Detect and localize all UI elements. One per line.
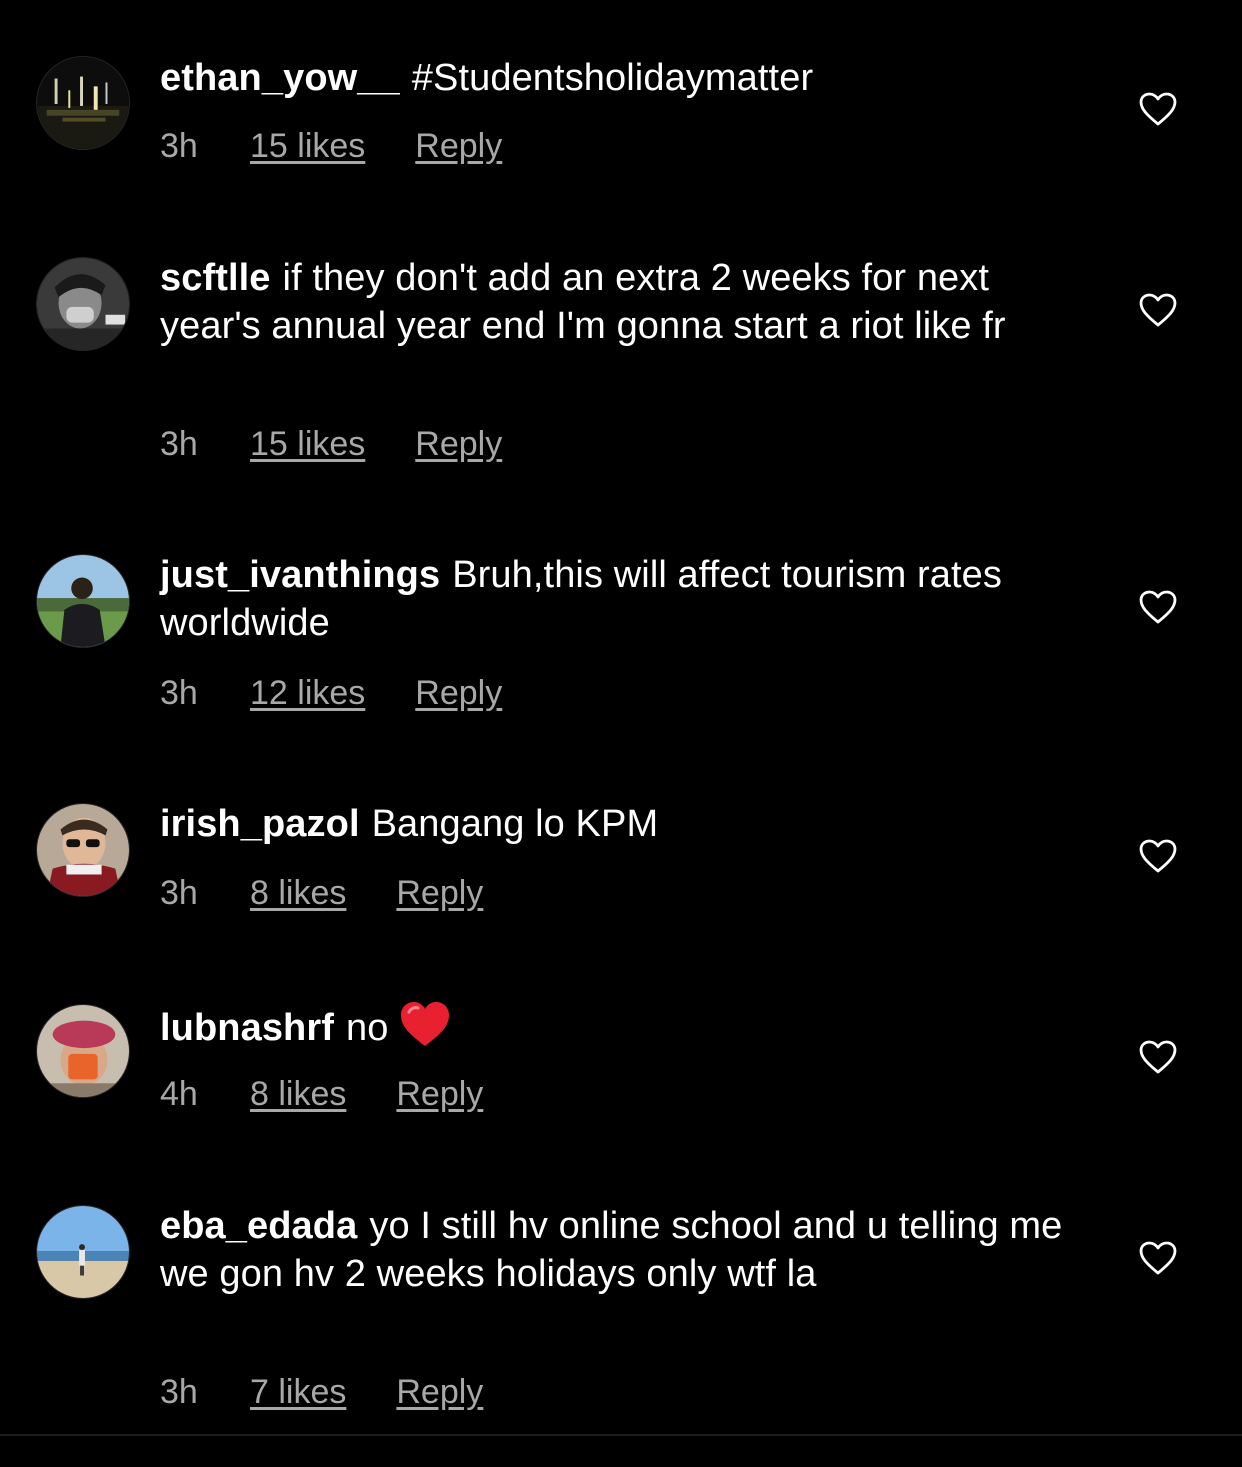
beach-person-avatar-icon bbox=[37, 1206, 129, 1298]
comment-time: 4h bbox=[160, 1075, 198, 1113]
comment-username[interactable]: scftlle bbox=[160, 257, 271, 299]
night-city-lights-avatar-icon bbox=[37, 57, 129, 149]
reply-button[interactable]: Reply bbox=[415, 424, 502, 464]
likes-count-link[interactable]: 15 likes bbox=[250, 424, 365, 464]
reply-button[interactable]: Reply bbox=[396, 873, 483, 913]
comment-time: 3h bbox=[160, 425, 198, 463]
avatar[interactable] bbox=[36, 554, 130, 648]
comment-meta: 4h 8 likes Reply bbox=[160, 1074, 483, 1114]
comment-text: irish_pazol Bangang lo KPM bbox=[160, 800, 1080, 848]
heart-outline-icon bbox=[1139, 92, 1177, 126]
person-outdoors-avatar-icon bbox=[37, 555, 129, 647]
like-button[interactable] bbox=[1138, 91, 1178, 127]
comment-text: scftlle if they don't add an extra 2 week… bbox=[160, 254, 1080, 350]
red-heart-emoji-icon bbox=[401, 1002, 450, 1046]
comment-text: ethan_yow__ #Studentsholidaymatter bbox=[160, 54, 1080, 102]
comment-time: 3h bbox=[160, 674, 198, 712]
like-button[interactable] bbox=[1138, 838, 1178, 874]
comment-text: lubnashrf no bbox=[160, 1000, 1080, 1052]
comment-username[interactable]: ethan_yow__ bbox=[160, 57, 400, 99]
heart-outline-icon bbox=[1139, 1040, 1177, 1074]
avatar[interactable] bbox=[36, 1205, 130, 1299]
comment-body: if they don't add an extra 2 weeks for n… bbox=[160, 257, 1006, 347]
like-button[interactable] bbox=[1138, 1039, 1178, 1075]
divider bbox=[0, 1434, 1242, 1436]
avatar[interactable] bbox=[36, 1004, 130, 1098]
heart-outline-icon bbox=[1139, 293, 1177, 327]
heart-outline-icon bbox=[1139, 839, 1177, 873]
likes-count-link[interactable]: 15 likes bbox=[250, 126, 365, 166]
comment-meta: 3h 12 likes Reply bbox=[160, 673, 502, 713]
comment-text: eba_edada yo I still hv online school and… bbox=[160, 1202, 1080, 1298]
like-button[interactable] bbox=[1138, 1240, 1178, 1276]
comment-username[interactable]: lubnashrf bbox=[160, 1007, 334, 1049]
avatar[interactable] bbox=[36, 257, 130, 351]
comment-meta: 3h 7 likes Reply bbox=[160, 1372, 483, 1412]
reply-button[interactable]: Reply bbox=[415, 126, 502, 166]
likes-count-link[interactable]: 12 likes bbox=[250, 673, 365, 713]
comment-body: #Studentsholidaymatter bbox=[411, 57, 814, 99]
comment-meta: 3h 8 likes Reply bbox=[160, 873, 483, 913]
like-button[interactable] bbox=[1138, 589, 1178, 625]
reply-button[interactable]: Reply bbox=[396, 1074, 483, 1114]
like-button[interactable] bbox=[1138, 292, 1178, 328]
grayscale-selfie-avatar-icon bbox=[37, 258, 129, 350]
comment-username[interactable]: eba_edada bbox=[160, 1205, 357, 1247]
reply-button[interactable]: Reply bbox=[396, 1372, 483, 1412]
person-sunglasses-avatar-icon bbox=[37, 804, 129, 896]
likes-count-link[interactable]: 8 likes bbox=[250, 873, 346, 913]
comment-username[interactable]: just_ivanthings bbox=[160, 554, 440, 596]
comment-meta: 3h 15 likes Reply bbox=[160, 126, 502, 166]
comment-time: 3h bbox=[160, 127, 198, 165]
comment-body: Bangang lo KPM bbox=[371, 803, 659, 845]
comment-time: 3h bbox=[160, 874, 198, 912]
likes-count-link[interactable]: 7 likes bbox=[250, 1372, 346, 1412]
likes-count-link[interactable]: 8 likes bbox=[250, 1074, 346, 1114]
comment-meta: 3h 15 likes Reply bbox=[160, 424, 502, 464]
heart-outline-icon bbox=[1139, 590, 1177, 624]
comment-body: no bbox=[346, 1007, 389, 1049]
avatar[interactable] bbox=[36, 803, 130, 897]
comment-username[interactable]: irish_pazol bbox=[160, 803, 360, 845]
person-beret-avatar-icon bbox=[37, 1005, 129, 1097]
reply-button[interactable]: Reply bbox=[415, 673, 502, 713]
comment-time: 3h bbox=[160, 1373, 198, 1411]
avatar[interactable] bbox=[36, 56, 130, 150]
heart-outline-icon bbox=[1139, 1241, 1177, 1275]
comment-text: just_ivanthings Bruh,this will affect tou… bbox=[160, 551, 1080, 647]
